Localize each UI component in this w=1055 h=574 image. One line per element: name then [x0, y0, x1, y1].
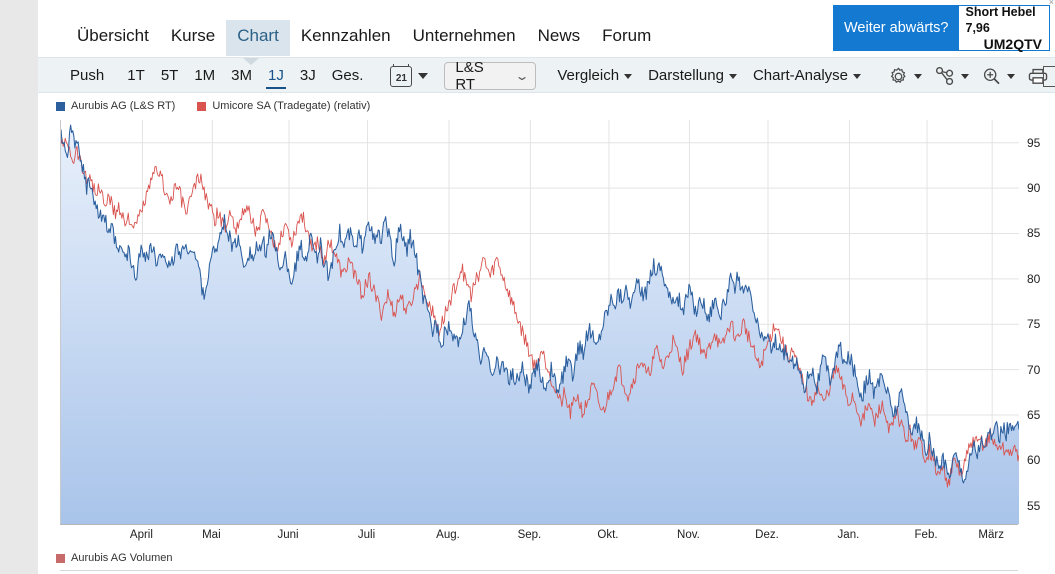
menu-label: Chart-Analyse — [752, 67, 848, 84]
y-axis-tick: 65 — [1027, 408, 1041, 423]
chevron-down-icon — [418, 73, 429, 79]
chevron-down-icon: ⌄ — [514, 69, 530, 83]
promo-banner[interactable]: Weiter abwärts? Short Hebel 7,96 UM2QTV — [833, 5, 1050, 52]
gear-icon — [890, 67, 906, 83]
y-axis-tick: 75 — [1027, 317, 1041, 332]
y-axis-tick: 85 — [1027, 226, 1041, 241]
x-axis: April Mai Juni Juli Aug. Sep. Okt. Nov. Dez. Jan.… — [60, 524, 1018, 546]
nav-items: Übersicht Kurse Chart Kennzahlen Unternehmen… — [66, 20, 662, 56]
source-select[interactable]: L&S RT ⌄ — [444, 59, 537, 93]
chevron-down-icon — [960, 73, 969, 79]
nav-item--bersicht[interactable]: Übersicht — [66, 20, 160, 56]
menu-darstellung[interactable]: Darstellung — [640, 58, 745, 94]
x-axis-tick: Nov. — [677, 529, 700, 541]
x-axis-tick: Sep. — [517, 529, 542, 541]
menu-label: Darstellung — [648, 67, 724, 84]
range-button-3m[interactable]: 3M — [223, 58, 260, 94]
menu-chart-analyse[interactable]: Chart-Analyse — [745, 58, 869, 94]
toolbar-menus: Vergleich Darstellung Chart-Analyse — [549, 58, 869, 94]
x-axis-tick: Aug. — [436, 529, 460, 541]
promo-wkn: UM2QTV — [983, 36, 1042, 52]
settings-button[interactable] — [882, 66, 928, 87]
range-button-3j[interactable]: 3J — [292, 58, 324, 94]
x-axis-tick: Juni — [277, 529, 299, 541]
share-button[interactable] — [928, 66, 975, 86]
y-axis-tick: 80 — [1027, 271, 1041, 286]
range-button-1m[interactable]: 1M — [186, 58, 223, 94]
menu-label: Vergleich — [557, 67, 620, 84]
legend-label: Aurubis AG (L&S RT) — [71, 100, 176, 112]
close-icon[interactable]: × — [1049, 0, 1054, 7]
promo-headline: Weiter abwärts? — [834, 6, 959, 50]
chevron-down-icon — [913, 73, 922, 79]
push-button[interactable]: Push — [62, 58, 112, 94]
chart-plot-area[interactable] — [60, 120, 1019, 524]
range-button-ges[interactable]: Ges. — [324, 58, 372, 94]
nav-item-kennzahlen[interactable]: Kennzahlen — [290, 20, 402, 56]
legend-label: Umicore SA (Tradegate) (relativ) — [212, 100, 371, 112]
nav-item-chart[interactable]: Chart — [226, 20, 290, 56]
panel-icon[interactable] — [1043, 66, 1055, 87]
page-surface: Übersicht Kurse Chart Kennzahlen Unternehmen… — [38, 0, 1055, 574]
legend-swatch — [56, 101, 65, 111]
volume-legend: Aurubis AG Volumen — [56, 552, 173, 564]
chart-toolbar: Push 1T 5T 1M 3M 1J 3J Ges. 21 L&S RT ⌄ Vergle… — [38, 57, 1055, 93]
chevron-down-icon — [1006, 73, 1015, 79]
x-axis-tick: Dez. — [755, 529, 779, 541]
range-button-1t[interactable]: 1T — [119, 58, 153, 94]
nav-item-news[interactable]: News — [527, 20, 592, 56]
price-chart-svg — [61, 120, 1019, 524]
y-axis-tick: 70 — [1027, 362, 1041, 377]
promo-product: Short Hebel 7,96 — [965, 5, 1036, 35]
chevron-down-icon — [624, 73, 633, 79]
screen-root: Übersicht Kurse Chart Kennzahlen Unternehmen… — [0, 0, 1055, 574]
share-nodes-icon — [935, 66, 954, 86]
calendar-picker[interactable]: 21 — [384, 63, 434, 87]
menu-vergleich[interactable]: Vergleich — [549, 58, 640, 94]
volume-legend-swatch — [56, 553, 65, 563]
toolbar-inner: Push 1T 5T 1M 3M 1J 3J Ges. 21 L&S RT ⌄ Vergle… — [38, 58, 1055, 94]
volume-legend-label: Aurubis AG Volumen — [71, 552, 173, 564]
promo-details: Short Hebel 7,96 UM2QTV — [958, 5, 1049, 52]
x-axis-tick: Jan. — [837, 529, 860, 541]
x-axis-tick: Juli — [357, 529, 376, 541]
range-button-1j[interactable]: 1J — [260, 58, 292, 94]
zoom-button[interactable] — [975, 66, 1021, 87]
y-axis-tick: 95 — [1027, 135, 1041, 150]
y-axis-tick: 55 — [1027, 498, 1041, 513]
y-axis-tick: 90 — [1027, 181, 1041, 196]
x-axis-tick: März — [978, 529, 1004, 541]
y-axis-tick: 60 — [1027, 453, 1041, 468]
nav-item-forum[interactable]: Forum — [591, 20, 662, 56]
chart-legend: Aurubis AG (L&S RT) Umicore SA (Tradegate… — [56, 100, 370, 112]
calendar-icon: 21 — [390, 63, 413, 87]
chevron-down-icon — [728, 73, 737, 79]
x-axis-tick: Mai — [202, 529, 221, 541]
y-axis: 95 90 85 80 75 70 65 60 55 — [1018, 120, 1055, 524]
zoom-in-icon — [983, 67, 1000, 84]
x-axis-tick: Feb. — [914, 529, 938, 541]
legend-item[interactable]: Umicore SA (Tradegate) (relativ) — [197, 100, 370, 112]
nav-item-unternehmen[interactable]: Unternehmen — [402, 20, 527, 56]
chevron-down-icon — [853, 73, 861, 79]
nav-item-kurse[interactable]: Kurse — [160, 20, 226, 56]
source-select-value: L&S RT — [455, 59, 484, 93]
legend-swatch — [197, 101, 207, 111]
chart-container: Aurubis AG (L&S RT) Umicore SA (Tradegate… — [38, 94, 1055, 574]
x-axis-tick: Okt. — [597, 529, 619, 541]
legend-item[interactable]: Aurubis AG (L&S RT) — [56, 100, 175, 112]
range-selector: 1T 5T 1M 3M 1J 3J Ges. — [119, 58, 371, 94]
x-axis-tick: April — [129, 529, 153, 541]
range-button-5t[interactable]: 5T — [153, 58, 187, 94]
